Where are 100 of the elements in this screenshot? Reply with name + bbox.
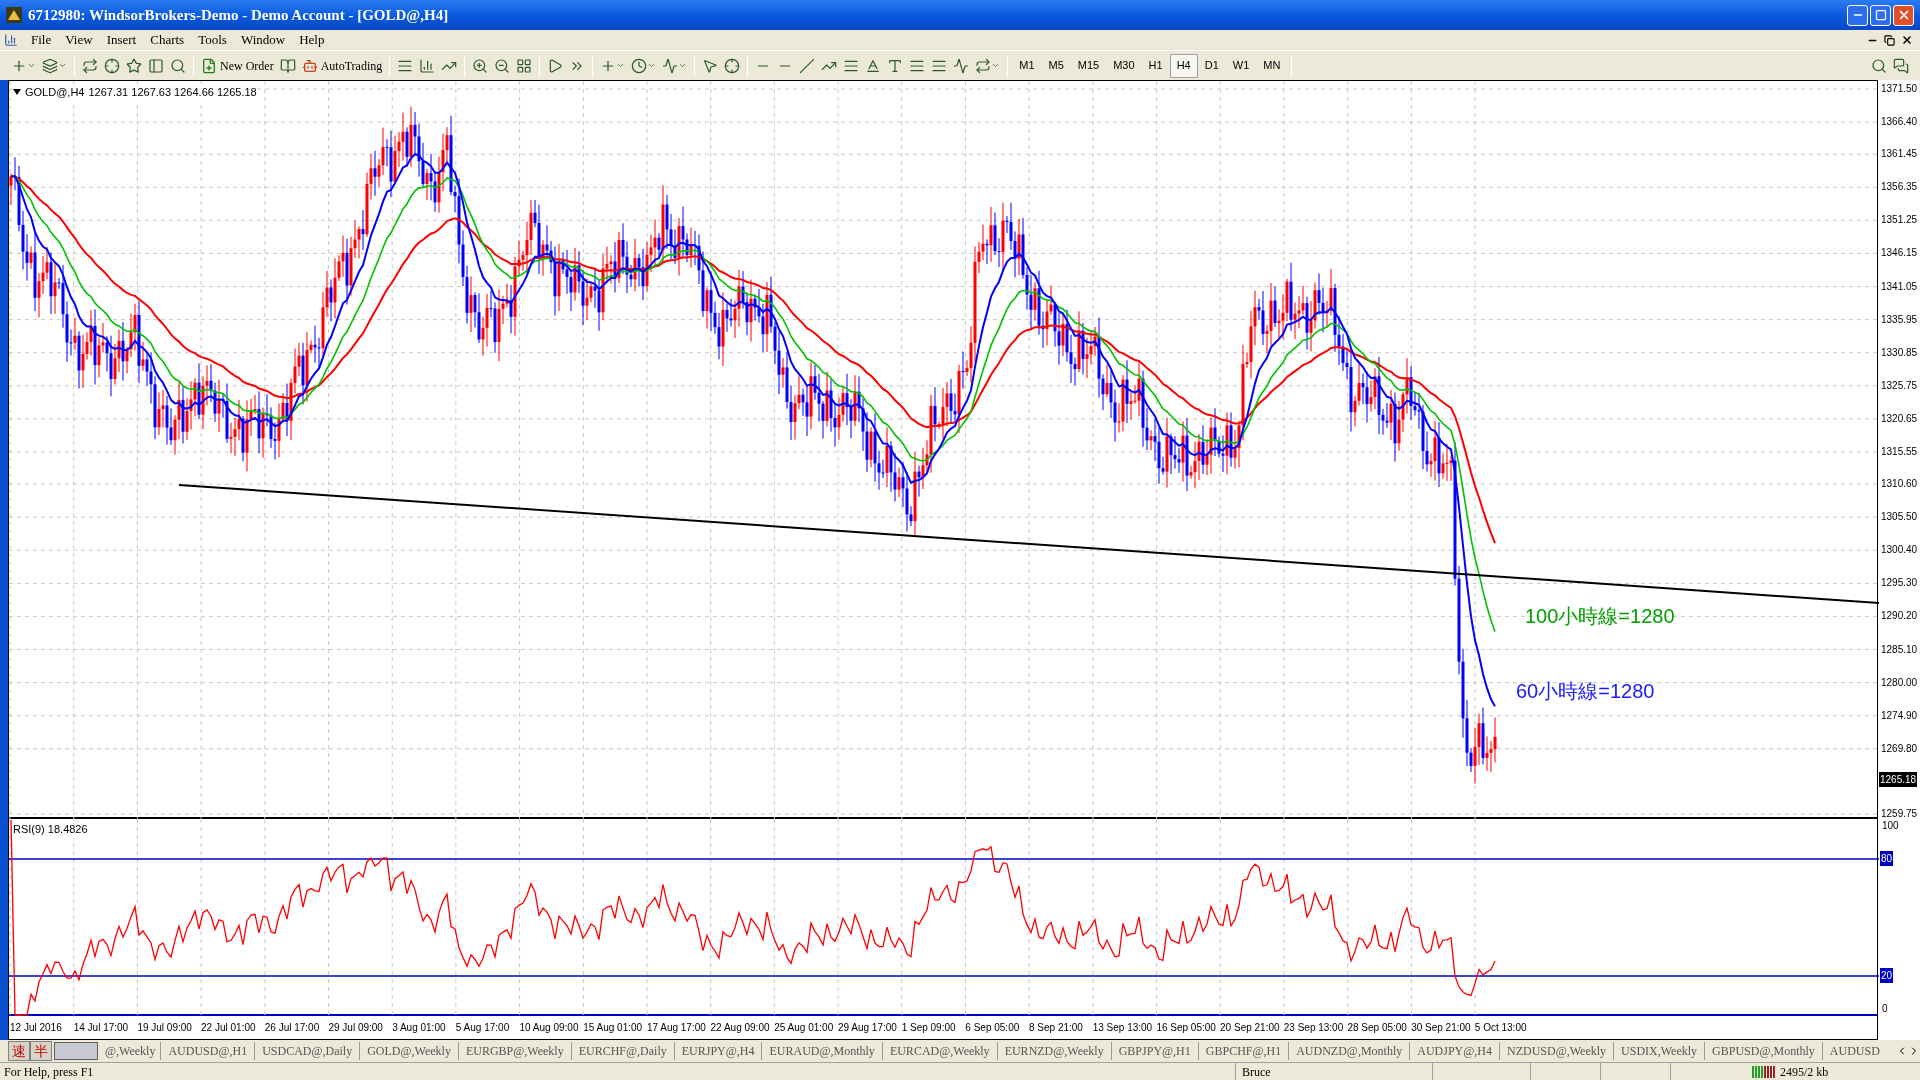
window-title: 6712980: WindsorBrokers-Demo - Demo Account - [GOLD@,H4] [28, 5, 449, 25]
menu-item[interactable]: Insert [99, 30, 144, 50]
chart-tab[interactable]: EURNZD@,Weekly [996, 1042, 1111, 1060]
timeframe-button[interactable]: H1 [1141, 53, 1170, 78]
time-axis-label: 8 Sep 21:00 [1028, 1020, 1084, 1035]
time-axis-label: 29 Aug 17:00 [836, 1020, 898, 1035]
chart-tab[interactable]: GBPUSD@,Monthly [1704, 1042, 1822, 1060]
maximize-button[interactable] [1870, 4, 1891, 26]
chart-tab[interactable]: @,Weekly [100, 1042, 161, 1060]
caret-icon[interactable] [13, 89, 21, 96]
trend-line[interactable] [178, 484, 1879, 604]
close-icon[interactable] [1901, 34, 1913, 46]
price-axis-label: 1280.00 [1881, 675, 1918, 690]
time-axis-label: 25 Aug 01:00 [773, 1020, 835, 1035]
time-axis-label: 23 Sep 13:00 [1282, 1020, 1345, 1035]
rsi-scale-label: 0 [1882, 1002, 1888, 1016]
symbol-label: GOLD@,H4 [25, 85, 85, 100]
ohlc-values: 1267.31 1267.63 1264.66 1265.18 [88, 85, 257, 100]
chart-window-icon[interactable] [4, 33, 18, 47]
maximize-icon [1874, 9, 1887, 21]
chart-tab[interactable]: GOLD@,Weekly [359, 1042, 458, 1060]
minimize-button[interactable] [1847, 4, 1868, 26]
time-axis-label: 30 Sep 21:00 [1410, 1020, 1472, 1035]
time-axis-label: 19 Jul 09:00 [136, 1020, 193, 1035]
price-axis-label: 1325.75 [1881, 378, 1918, 393]
timeframe-button[interactable]: M1 [1012, 53, 1042, 78]
chart-tab[interactable]: AUDNZD@,Monthly [1288, 1042, 1410, 1060]
current-price-label: 1265.18 [1879, 772, 1918, 787]
restore-icon[interactable] [1884, 34, 1895, 46]
time-axis-label: 29 Jul 09:00 [327, 1020, 384, 1035]
menu-item[interactable]: Help [292, 30, 332, 50]
timeframe-button[interactable]: MN [1256, 53, 1288, 78]
app-logo-icon [6, 7, 22, 23]
chart-tab[interactable]: NZDUSD@,Weekly [1499, 1042, 1614, 1060]
chart-tab[interactable]: EURGBP@,Weekly [457, 1042, 571, 1060]
timeframe-button[interactable]: M30 [1106, 53, 1142, 78]
time-axis-label: 10 Aug 09:00 [518, 1020, 580, 1035]
timeframe-button[interactable]: H4 [1169, 53, 1198, 78]
menu-item[interactable]: Window [233, 30, 293, 50]
price-axis-label: 1361.45 [1881, 147, 1918, 162]
menu-item[interactable]: View [58, 30, 100, 50]
price-axis-label: 1330.85 [1881, 345, 1918, 360]
time-axis-label: 22 Aug 09:00 [709, 1020, 771, 1035]
timeframe-button[interactable]: M15 [1070, 53, 1107, 78]
chart-tab[interactable]: AUDJPY@,H4 [1409, 1042, 1499, 1060]
chart-tab[interactable]: USDCAD@,Daily [254, 1042, 360, 1060]
status-profile: Bruce [1235, 1062, 1432, 1080]
price-axis-label: 1269.80 [1881, 741, 1918, 756]
menu-item[interactable]: File [24, 30, 59, 50]
chart-tab[interactable]: AUDUSD [1821, 1042, 1887, 1060]
price-axis-label: 1341.05 [1881, 279, 1918, 294]
time-axis-label: 12 Jul 2016 [9, 1020, 63, 1035]
menu-item[interactable]: Tools [191, 30, 234, 50]
new-order-button[interactable]: New Order [198, 53, 277, 78]
ime-button[interactable]: 半 [30, 1041, 52, 1061]
chart-tab[interactable]: AUDUSD@,H1 [160, 1042, 255, 1060]
chart-tab[interactable]: EURCAD@,Weekly [881, 1042, 997, 1060]
price-axis-label: 1310.60 [1881, 477, 1918, 492]
robot-icon [301, 57, 318, 74]
time-axis-label: 22 Jul 01:00 [200, 1020, 257, 1035]
price-axis-label: 1371.50 [1881, 82, 1918, 96]
rsi-label: RSI(9) 18.4826 [13, 821, 88, 838]
timeframe-button[interactable]: D1 [1197, 53, 1226, 78]
price-axis-label: 1300.40 [1881, 543, 1918, 558]
chart-tab[interactable]: GBPJPY@,H1 [1110, 1042, 1198, 1060]
chart-tab[interactable]: EURCHF@,Daily [570, 1042, 674, 1060]
price-axis-label: 1346.15 [1881, 246, 1918, 261]
time-axis-label: 14 Jul 17:00 [72, 1020, 130, 1035]
time-axis-label: 17 Aug 17:00 [645, 1020, 707, 1035]
menu-item[interactable]: Charts [143, 30, 192, 50]
new-order-icon [201, 57, 217, 74]
timeframe-button[interactable]: M5 [1041, 53, 1071, 78]
status-help-text: For Help, press F1 [3, 1063, 95, 1080]
time-axis-label: 5 Oct 13:00 [1473, 1020, 1528, 1035]
price-axis-label: 1274.90 [1881, 708, 1918, 723]
chart-annotation: 100小時線=1280 [1525, 604, 1675, 629]
chart-tab[interactable]: USDIX,Weekly [1613, 1042, 1705, 1060]
time-axis-label: 16 Sep 05:00 [1155, 1020, 1217, 1035]
price-axis-label: 1356.35 [1881, 180, 1918, 195]
time-axis-label: 26 Jul 17:00 [263, 1020, 321, 1035]
time-axis-label: 5 Aug 17:00 [454, 1020, 511, 1035]
rsi-scale-label: 80 [1880, 851, 1894, 866]
rsi-scale-label: 20 [1880, 968, 1894, 983]
timeframe-button[interactable]: W1 [1225, 53, 1257, 78]
price-axis-label: 1290.20 [1881, 609, 1918, 624]
price-axis-label: 1335.95 [1881, 312, 1918, 327]
traffic-text: 2495/2 kb [1780, 1063, 1829, 1080]
time-axis-label: 6 Sep 05:00 [964, 1020, 1021, 1035]
auto-trading-button[interactable]: AutoTrading [298, 53, 386, 78]
time-axis-label: 20 Sep 21:00 [1219, 1020, 1281, 1035]
chart-tab[interactable]: EURJPY@,H4 [673, 1042, 762, 1060]
chart-tab[interactable]: GBPCHF@,H1 [1197, 1042, 1289, 1060]
ime-panel [54, 1042, 98, 1060]
price-axis-label: 1315.55 [1881, 445, 1918, 459]
time-axis-label: 28 Sep 05:00 [1346, 1020, 1408, 1035]
close-button[interactable] [1893, 4, 1914, 26]
time-axis-label: 15 Aug 01:00 [582, 1020, 644, 1035]
chart-tab[interactable]: EURAUD@,Monthly [761, 1042, 882, 1060]
time-axis-label: 13 Sep 13:00 [1091, 1020, 1154, 1035]
ime-button[interactable]: 速 [8, 1041, 30, 1061]
